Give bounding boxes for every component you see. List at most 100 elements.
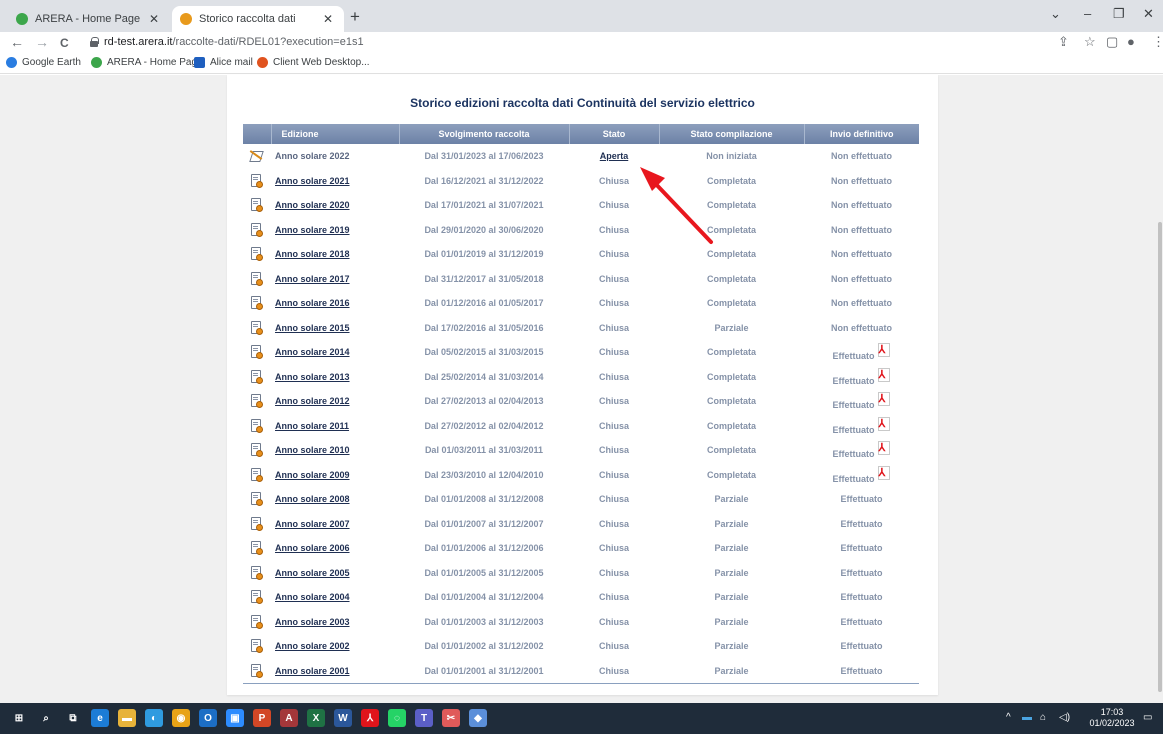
access-icon[interactable]: A (280, 709, 298, 727)
battery-icon[interactable]: ▬ (1022, 712, 1032, 723)
new-tab-button[interactable]: + (350, 7, 360, 27)
system-clock[interactable]: 17:03 01/02/2023 (1088, 707, 1136, 729)
invio-label: Effettuato (840, 592, 883, 603)
row-icon-cell (243, 144, 271, 169)
edition-link[interactable]: Anno solare 2005 (275, 568, 350, 578)
document-icon[interactable] (251, 345, 263, 360)
edition-link[interactable]: Anno solare 2021 (275, 176, 350, 186)
forward-button[interactable]: → (35, 34, 49, 50)
pdf-icon[interactable]: ⅄ (877, 343, 891, 358)
document-icon[interactable] (251, 198, 263, 213)
bookmark-arera-home[interactable]: ARERA - Home Page (91, 57, 203, 68)
profile-icon[interactable]: ● (1127, 34, 1135, 49)
document-icon[interactable] (251, 296, 263, 311)
document-icon[interactable] (251, 369, 263, 384)
side-panel-icon[interactable]: ▢ (1106, 34, 1118, 50)
edition-link[interactable]: Anno solare 2006 (275, 543, 350, 553)
address-bar[interactable]: rd-test.arera.it/raccolte-dati/RDEL01?ex… (104, 36, 364, 48)
document-icon[interactable] (251, 271, 263, 286)
document-icon[interactable] (251, 467, 263, 482)
document-icon[interactable] (251, 418, 263, 433)
file-explorer-icon[interactable]: ▬ (118, 709, 136, 727)
pdf-icon[interactable]: ⅄ (877, 392, 891, 407)
share-icon[interactable]: ⇪ (1058, 34, 1069, 50)
edition-link[interactable]: Anno solare 2019 (275, 225, 350, 235)
edition-link[interactable]: Anno solare 2004 (275, 592, 350, 602)
edition-link[interactable]: Anno solare 2020 (275, 200, 350, 210)
bookmark-google-earth[interactable]: Google Earth (6, 57, 81, 68)
document-icon[interactable] (251, 663, 263, 678)
close-tab-icon[interactable]: ✕ (320, 12, 336, 26)
powerpoint-icon[interactable]: P (253, 709, 271, 727)
edition-link[interactable]: Anno solare 2002 (275, 641, 350, 651)
notification-icon[interactable]: ▭ (1143, 712, 1152, 723)
outlook-icon[interactable]: O (199, 709, 217, 727)
restore-button[interactable]: ❐ (1113, 6, 1125, 22)
bookmark-client-web-desktop[interactable]: Client Web Desktop... (257, 57, 370, 68)
snipping-tool-icon[interactable]: ✂ (442, 709, 460, 727)
document-icon[interactable] (251, 443, 263, 458)
edition-link[interactable]: Anno solare 2017 (275, 274, 350, 284)
document-icon[interactable] (251, 639, 263, 654)
pdf-icon[interactable]: ⅄ (877, 416, 891, 431)
open-edit-icon[interactable] (249, 149, 265, 163)
edition-link[interactable]: Anno solare 2001 (275, 666, 350, 676)
document-icon[interactable] (251, 394, 263, 409)
bookmark-star-icon[interactable]: ☆ (1084, 34, 1096, 50)
tray-chevron-icon[interactable]: ^ (1006, 712, 1011, 723)
edition-link[interactable]: Anno solare 2009 (275, 470, 350, 480)
windows-start-icon[interactable]: ⊞ (10, 709, 28, 727)
pdf-icon[interactable]: ⅄ (877, 367, 891, 382)
edition-link[interactable]: Anno solare 2011 (275, 421, 349, 431)
tab-storico-raccolta[interactable]: Storico raccolta dati ✕ (172, 6, 344, 32)
document-icon[interactable] (251, 492, 263, 507)
document-icon[interactable] (251, 320, 263, 335)
bookmark-alice-mail[interactable]: Alice mail (194, 57, 253, 68)
edition-link[interactable]: Anno solare 2014 (275, 347, 350, 357)
task-view-icon[interactable]: ⧉ (64, 709, 82, 727)
document-icon[interactable] (251, 173, 263, 188)
edition-link[interactable]: Anno solare 2012 (275, 396, 350, 406)
document-icon[interactable] (251, 222, 263, 237)
edition-link[interactable]: Anno solare 2016 (275, 298, 350, 308)
minimize-button[interactable]: – (1084, 6, 1091, 21)
word-icon[interactable]: W (334, 709, 352, 727)
tab-search-chevron-icon[interactable]: ⌄ (1050, 6, 1061, 22)
document-icon[interactable] (251, 614, 263, 629)
volume-icon[interactable]: ◁) (1059, 712, 1070, 723)
edition-link[interactable]: Anno solare 2015 (275, 323, 350, 333)
edge-icon[interactable]: ◐ (145, 709, 163, 727)
edition-link[interactable]: Anno solare 2018 (275, 249, 350, 259)
edition-link[interactable]: Anno solare 2007 (275, 519, 350, 529)
document-icon[interactable] (251, 541, 263, 556)
search-icon[interactable]: ⌕ (37, 709, 55, 727)
network-icon[interactable]: ⌂ (1040, 712, 1046, 723)
paint-3d-icon[interactable]: ◆ (469, 709, 487, 727)
acrobat-icon[interactable]: ⅄ (361, 709, 379, 727)
tab-arera-home[interactable]: ARERA - Home Page ✕ (10, 6, 170, 32)
stato-link[interactable]: Aperta (600, 151, 629, 161)
document-icon[interactable] (251, 247, 263, 262)
menu-icon[interactable]: ⋮ (1152, 34, 1163, 50)
edge-legacy-icon[interactable]: e (91, 709, 109, 727)
chrome-icon[interactable]: ◉ (172, 709, 190, 727)
document-icon[interactable] (251, 565, 263, 580)
close-tab-icon[interactable]: ✕ (146, 12, 162, 26)
pdf-icon[interactable]: ⅄ (877, 465, 891, 480)
document-icon[interactable] (251, 516, 263, 531)
pdf-icon[interactable]: ⅄ (877, 441, 891, 456)
excel-icon[interactable]: X (307, 709, 325, 727)
whatsapp-icon[interactable]: ◌ (388, 709, 406, 727)
zoom-icon[interactable]: ▣ (226, 709, 244, 727)
close-window-button[interactable]: ✕ (1143, 6, 1154, 22)
document-icon[interactable] (251, 590, 263, 605)
back-button[interactable]: ← (10, 34, 24, 50)
edition-link[interactable]: Anno solare 2008 (275, 494, 350, 504)
teams-icon[interactable]: T (415, 709, 433, 727)
edition-link[interactable]: Anno solare 2010 (275, 445, 350, 455)
reload-button[interactable]: C (60, 36, 69, 50)
scrollbar-thumb[interactable] (1158, 222, 1162, 692)
lock-icon[interactable] (90, 37, 99, 47)
edition-link[interactable]: Anno solare 2003 (275, 617, 350, 627)
edition-link[interactable]: Anno solare 2013 (275, 372, 350, 382)
